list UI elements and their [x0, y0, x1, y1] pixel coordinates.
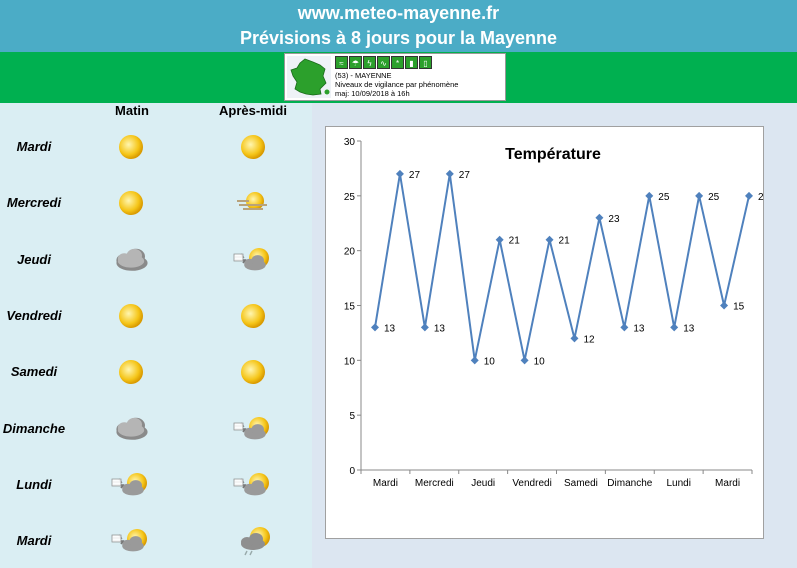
cloud-icon: [111, 414, 151, 444]
storm-icon: ϟ: [363, 56, 376, 69]
sun-icon: [111, 357, 151, 387]
wind-sun-cloud-icon: [233, 470, 273, 500]
y-tick-label: 5: [349, 411, 355, 422]
data-point: [670, 323, 679, 332]
day-label: Jeudi: [17, 251, 51, 267]
data-label: 13: [384, 323, 396, 334]
wind-icon: ≈: [335, 56, 348, 69]
page-title: Prévisions à 8 jours pour la Mayenne: [239, 28, 558, 48]
france-map-icon: [287, 56, 331, 98]
data-label: 25: [708, 192, 720, 203]
cold-thermometer-icon: ▯: [419, 56, 432, 69]
day-label: Lundi: [16, 476, 52, 492]
cloud-icon: [111, 245, 151, 275]
x-tick-label: Vendredi: [512, 478, 551, 489]
data-point: [495, 235, 504, 244]
chart-title: Température: [505, 146, 601, 163]
day-label: Samedi: [10, 364, 58, 380]
data-label: 13: [683, 323, 695, 334]
sun-icon: [233, 132, 273, 162]
data-point: [445, 169, 454, 178]
sun-icon: [233, 301, 273, 331]
y-tick-label: 25: [344, 192, 356, 203]
wind-sun-cloud-icon: [111, 526, 151, 556]
data-label: 25: [758, 192, 764, 203]
y-tick-label: 20: [344, 247, 356, 258]
snow-ice-icon: *: [391, 56, 404, 69]
wind-sun-cloud-icon: [111, 470, 151, 500]
data-point: [745, 191, 753, 200]
data-point: [371, 323, 379, 332]
data-label: 10: [484, 356, 496, 367]
data-point: [645, 191, 654, 200]
data-point: [545, 235, 554, 244]
data-point: [595, 213, 604, 222]
rain-flood-icon: ☂: [349, 56, 362, 69]
heat-thermometer-icon: ▮: [405, 56, 418, 69]
data-point: [570, 334, 579, 343]
day-label: Mercredi: [6, 195, 62, 211]
data-point: [695, 191, 704, 200]
x-tick-label: Lundi: [666, 478, 690, 489]
data-label: 10: [534, 356, 546, 367]
vigilance-description: Niveaux de vigilance par phénomène: [335, 80, 459, 89]
sun-icon: [111, 132, 151, 162]
day-label: Mardi: [16, 533, 52, 549]
x-tick-label: Jeudi: [471, 478, 495, 489]
x-tick-label: Mardi: [373, 478, 398, 489]
x-tick-label: Samedi: [564, 478, 598, 489]
flood-icon: ∿: [377, 56, 390, 69]
sun-icon: [111, 188, 151, 218]
x-tick-label: Dimanche: [607, 478, 652, 489]
wind-sun-cloud-icon: [233, 414, 273, 444]
morning-header: Matin: [115, 103, 149, 118]
data-label: 13: [434, 323, 446, 334]
vigilance-panel[interactable]: ≈ ☂ ϟ ∿ * ▮ ▯ (53) - MAYENNE Niveaux de vigila…: [284, 53, 506, 101]
data-point: [520, 356, 529, 365]
data-point: [470, 356, 479, 365]
data-label: 23: [608, 214, 620, 225]
data-point: [395, 169, 404, 178]
data-point: [620, 323, 629, 332]
x-tick-label: Mercredi: [415, 478, 454, 489]
temperature-chart: Température 0 5 10 15 20 25 30 Mardi Mercredi Jeud…: [344, 137, 764, 489]
sun-icon: [111, 301, 151, 331]
data-label: 15: [733, 302, 745, 313]
sun-haze-icon: [233, 188, 273, 218]
y-tick-label: 10: [344, 356, 356, 367]
data-label: 21: [509, 236, 521, 247]
day-label: Dimanche: [2, 420, 66, 436]
vigilance-icons: ≈ ☂ ϟ ∿ * ▮ ▯: [335, 56, 433, 69]
afternoon-header: Après-midi: [219, 103, 287, 118]
data-label: 12: [583, 334, 595, 345]
data-label: 27: [409, 170, 421, 181]
y-tick-label: 30: [344, 137, 356, 148]
vigilance-department: (53) - MAYENNE: [335, 71, 392, 80]
y-tick-label: 15: [344, 302, 356, 313]
header-banner: www.meteo-mayenne.fr Prévisions à 8 jour…: [0, 0, 797, 52]
day-label: Mardi: [16, 139, 52, 154]
sun-cloud-rain-icon: [233, 526, 273, 556]
site-name[interactable]: www.meteo-mayenne.fr: [0, 3, 797, 24]
data-point: [420, 323, 429, 332]
data-label: 25: [658, 192, 670, 203]
vigilance-update: maj: 10/09/2018 à 16h: [335, 89, 410, 98]
sun-icon: [233, 357, 273, 387]
y-tick-label: 0: [349, 466, 355, 477]
data-label: 13: [633, 323, 645, 334]
wind-sun-cloud-icon: [233, 245, 273, 275]
data-label: 21: [559, 236, 571, 247]
x-tick-label: Mardi: [715, 478, 740, 489]
data-label: 27: [459, 170, 471, 181]
data-point: [720, 301, 729, 310]
day-label: Vendredi: [6, 307, 62, 323]
